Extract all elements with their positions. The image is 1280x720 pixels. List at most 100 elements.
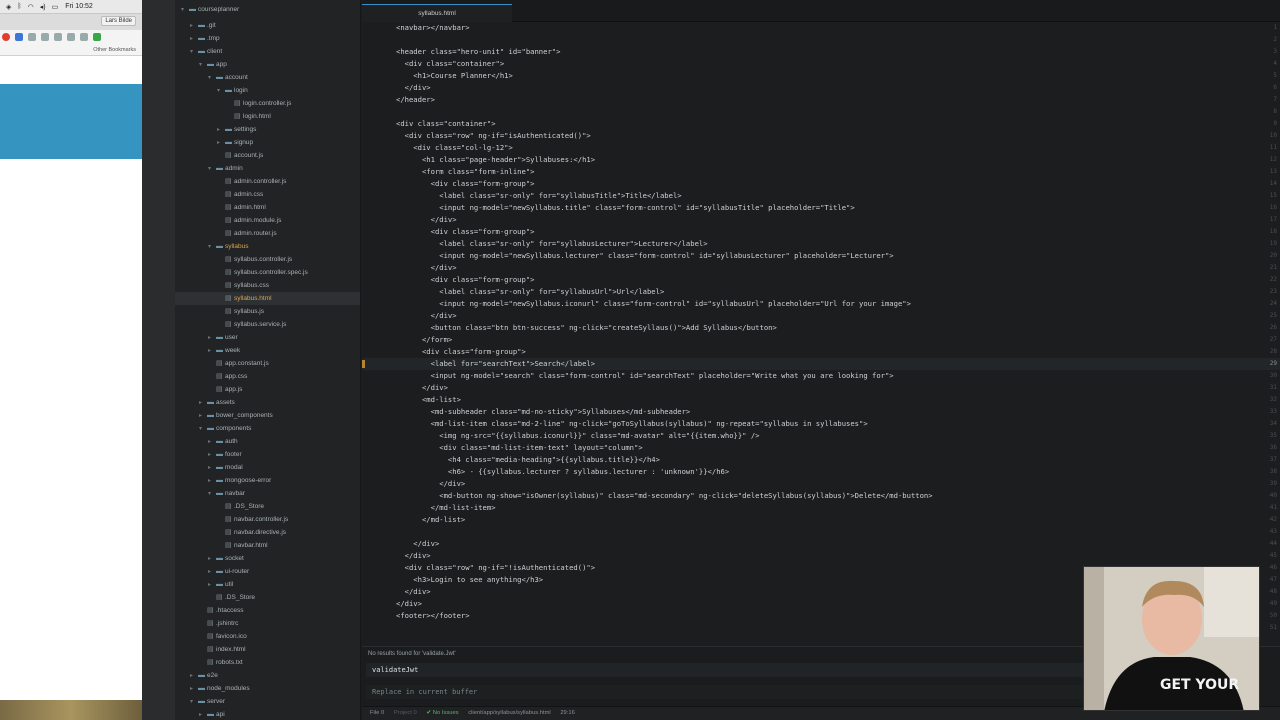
code-line[interactable]: <label class="sr-only" for="syllabusLect… <box>396 238 707 250</box>
code-line[interactable]: </div> <box>396 598 422 610</box>
code-line[interactable]: <input ng-model="newSyllabus.lecturer" c… <box>396 250 893 262</box>
code-line[interactable]: </div> <box>396 214 457 226</box>
find-input[interactable]: validateJwt <box>366 663 1086 677</box>
tree-file[interactable]: ▤ admin.html <box>217 201 266 214</box>
code-line[interactable]: <h4 class="media-heading">{{syllabus.tit… <box>396 454 660 466</box>
extension-icon-6[interactable] <box>67 33 75 41</box>
status-cursor-position[interactable]: 29:16 <box>560 710 575 716</box>
code-line[interactable]: </md-list-item> <box>396 502 496 514</box>
tree-file[interactable]: ▤ .jshintrc <box>199 617 238 630</box>
tree-folder[interactable]: ▸ ▬ assets <box>199 396 235 409</box>
chevron-down-icon[interactable]: ▾ <box>181 4 189 17</box>
code-line[interactable]: <header class="hero-unit" id="banner"> <box>396 46 560 58</box>
tree-file[interactable]: ▤ syllabus.service.js <box>217 318 286 331</box>
menubar-clock[interactable]: Fri 10:52 <box>65 3 93 10</box>
bluetooth-icon[interactable]: ᛒ <box>17 3 21 10</box>
code-line[interactable]: </div> <box>396 550 431 562</box>
code-line[interactable]: </div> <box>396 586 431 598</box>
tree-folder[interactable]: ▾ ▬ navbar <box>208 487 245 500</box>
tree-folder[interactable]: ▸ ▬ node_modules <box>190 682 250 695</box>
tree-file[interactable]: ▤ admin.router.js <box>217 227 277 240</box>
tab-syllabus-html[interactable]: syllabus.html <box>362 4 512 22</box>
tree-folder[interactable]: ▾ ▬ login <box>217 84 248 97</box>
code-line[interactable]: </div> <box>396 262 457 274</box>
tree-folder[interactable]: ▾ ▬ client <box>190 45 222 58</box>
tree-folder[interactable]: ▸ ▬ week <box>208 344 240 357</box>
code-line[interactable]: <img ng-src="{{syllabus.iconurl}}" class… <box>396 430 759 442</box>
tree-file[interactable]: ▤ syllabus.js <box>217 305 264 318</box>
status-project-count[interactable]: Project 0 <box>394 710 417 716</box>
tree-file[interactable]: ▤ navbar.directive.js <box>217 526 286 539</box>
tree-file[interactable]: ▤ admin.controller.js <box>217 175 286 188</box>
browser-profile-button[interactable]: Lars Bilde <box>101 16 136 26</box>
volume-icon[interactable]: ◂) <box>40 3 46 11</box>
tree-folder[interactable]: ▾ ▬ account <box>208 71 248 84</box>
chevron-down-icon[interactable]: ▾ <box>208 163 216 176</box>
tree-file[interactable]: ▤ .htaccess <box>199 604 243 617</box>
chevron-down-icon[interactable]: ▾ <box>208 72 216 85</box>
chevron-down-icon[interactable]: ▾ <box>190 46 198 59</box>
code-line[interactable]: <div class="form-group"> <box>396 346 526 358</box>
tree-folder[interactable]: ▸ ▬ user <box>208 331 238 344</box>
replace-input[interactable]: Replace in current buffer <box>366 685 1086 699</box>
extension-icon-3[interactable] <box>28 33 36 41</box>
tree-folder[interactable]: ▸ ▬ e2e <box>190 669 218 682</box>
tree-file[interactable]: ▤ app.constant.js <box>208 357 269 370</box>
tree-file[interactable]: ▤ .DS_Store <box>208 591 255 604</box>
tree-folder[interactable]: ▾ ▬ components <box>199 422 251 435</box>
code-line[interactable]: <h1 class="page-header">Syllabuses:</h1> <box>396 154 595 166</box>
status-linter[interactable]: ✔ No Issues <box>426 710 458 716</box>
tree-folder[interactable]: ▾ ▬ admin <box>208 162 243 175</box>
tree-file[interactable]: ▤ admin.css <box>217 188 263 201</box>
chevron-down-icon[interactable]: ▾ <box>199 423 207 436</box>
code-line[interactable]: <md-list> <box>396 394 461 406</box>
tree-folder[interactable]: ▸ ▬ util <box>208 578 233 591</box>
code-line[interactable]: <md-button ng-show="isOwner(syllabus)" c… <box>396 490 932 502</box>
tree-folder[interactable]: ▸ ▬ socket <box>208 552 244 565</box>
tree-file[interactable]: ▤ app.css <box>208 370 247 383</box>
tree-file[interactable]: ▤ login.controller.js <box>226 97 291 110</box>
tree-folder[interactable]: ▸ ▬ signup <box>217 136 253 149</box>
code-line[interactable]: <label class="sr-only" for="syllabusTitl… <box>396 190 681 202</box>
tree-folder[interactable]: ▸ ▬ bower_components <box>199 409 273 422</box>
chevron-down-icon[interactable]: ▾ <box>208 488 216 501</box>
code-line[interactable]: <navbar></navbar> <box>396 22 470 34</box>
tree-folder[interactable]: ▸ ▬ settings <box>217 123 256 136</box>
extension-icon-2[interactable] <box>15 33 23 41</box>
code-line[interactable]: <md-list-item class="md-2-line" ng-click… <box>396 418 868 430</box>
code-line[interactable]: </div> <box>396 310 457 322</box>
tree-file[interactable]: ▤ account.js <box>217 149 263 162</box>
tree-file[interactable]: ▤ syllabus.css <box>217 279 269 292</box>
code-line[interactable]: <div class="row" ng-if="!isAuthenticated… <box>396 562 595 574</box>
code-line[interactable]: <div class="container"> <box>396 118 496 130</box>
tree-file[interactable]: ▤ app.js <box>208 383 242 396</box>
other-bookmarks-link[interactable]: Other Bookmarks <box>0 44 142 56</box>
tree-folder[interactable]: ▸ ▬ footer <box>208 448 242 461</box>
chevron-right-icon[interactable]: ▸ <box>199 709 207 720</box>
code-line[interactable]: <label class="sr-only" for="syllabusUrl"… <box>396 286 664 298</box>
code-line[interactable]: </div> <box>396 82 431 94</box>
code-line[interactable]: <div class="form-group"> <box>396 226 535 238</box>
code-line[interactable]: <h3>Login to see anything</h3> <box>396 574 543 586</box>
code-line[interactable]: <md-subheader class="md-no-sticky">Sylla… <box>396 406 691 418</box>
extension-icon-1[interactable] <box>2 33 10 41</box>
code-line[interactable]: <h1>Course Planner</h1> <box>396 70 513 82</box>
code-line[interactable]: </md-list> <box>396 514 465 526</box>
code-line[interactable]: <div class="container"> <box>396 58 505 70</box>
code-line[interactable]: <input ng-model="newSyllabus.iconurl" cl… <box>396 298 911 310</box>
code-line[interactable]: </div> <box>396 538 439 550</box>
tree-file[interactable]: ▤ index.html <box>199 643 246 656</box>
tree-folder[interactable]: ▸ ▬ mongoose-error <box>208 474 271 487</box>
tree-folder[interactable]: ▸ ▬ auth <box>208 435 238 448</box>
tree-folder[interactable]: ▾ ▬ courseplanner <box>181 3 239 16</box>
tree-file[interactable]: ▤ robots.txt <box>199 656 243 669</box>
chevron-down-icon[interactable]: ▾ <box>217 85 225 98</box>
tree-folder[interactable]: ▸ ▬ modal <box>208 461 243 474</box>
chevron-down-icon[interactable]: ▾ <box>190 696 198 709</box>
wifi-icon[interactable]: ◠ <box>28 3 34 11</box>
tree-folder[interactable]: ▸ ▬ .tmp <box>190 32 220 45</box>
tree-file[interactable]: ▤ navbar.html <box>217 539 268 552</box>
tree-folder[interactable]: ▸ ▬ api <box>199 708 225 720</box>
extension-icon-4[interactable] <box>41 33 49 41</box>
code-line[interactable]: <button class="btn btn-success" ng-click… <box>396 322 777 334</box>
